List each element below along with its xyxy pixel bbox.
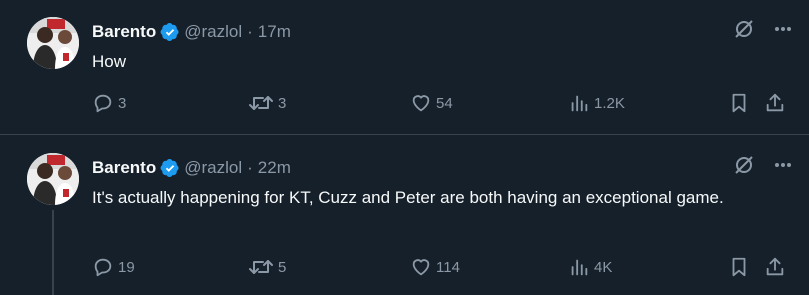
retweet-count: 5 [278,258,287,276]
verified-badge-icon [160,158,180,178]
timestamp[interactable]: 17m [258,22,291,42]
tweet-top-actions [733,154,793,176]
more-icon[interactable] [773,155,793,175]
retweet-button[interactable]: 3 [248,92,286,114]
bookmark-icon [728,92,754,114]
views-count: 4K [594,258,613,276]
tweet-text: How [92,52,127,71]
reply-icon [92,92,118,114]
separator-dot: · [247,158,253,177]
verified-badge-icon [160,22,180,42]
like-count: 54 [436,94,453,112]
tweet-top-actions [733,18,793,40]
timestamp[interactable]: 22m [258,158,291,178]
reply-button[interactable]: 3 [92,92,126,114]
views-icon [568,256,594,278]
reply-count: 19 [118,258,135,276]
like-button[interactable]: 114 [410,256,460,278]
views-button[interactable]: 4K [568,256,612,278]
retweet-icon [248,256,278,278]
views-button[interactable]: 1.2K [568,92,625,114]
share-button[interactable] [764,256,790,278]
retweet-button[interactable]: 5 [248,256,286,278]
reply-count: 3 [118,94,127,112]
grok-icon[interactable] [733,18,755,40]
like-count: 114 [436,258,460,276]
reply-button[interactable]: 19 [92,256,135,278]
reply-icon [92,256,118,278]
separator-dot: · [247,22,253,41]
tweet-actions: 19 5 114 4K [90,256,793,280]
tweet-header: Barento @razlol · 17m [92,20,291,44]
retweet-count: 3 [278,94,287,112]
author-name[interactable]: Barento [92,22,156,42]
author-handle[interactable]: @razlol [184,158,242,178]
author-name[interactable]: Barento [92,158,156,178]
like-icon [410,256,436,278]
more-icon[interactable] [773,19,793,39]
grok-icon[interactable] [733,154,755,176]
avatar[interactable] [27,17,79,69]
tweet-text: It's actually happening for KT, Cuzz and… [92,188,724,207]
like-button[interactable]: 54 [410,92,453,114]
tweet-actions: 3 3 54 1.2K [90,92,793,116]
thread-line [52,210,54,295]
share-icon [764,92,790,114]
bookmark-button[interactable] [728,256,754,278]
bookmark-button[interactable] [728,92,754,114]
retweet-icon [248,92,278,114]
timeline-feed: Barento @razlol · 17m How 3 3 54 1.2K Ba… [0,0,809,295]
author-handle[interactable]: @razlol [184,22,242,42]
tweet[interactable]: Barento @razlol · 22m It's actually happ… [0,136,809,295]
views-count: 1.2K [594,94,625,112]
like-icon [410,92,436,114]
tweet[interactable]: Barento @razlol · 17m How 3 3 54 1.2K [0,0,809,135]
bookmark-icon [728,256,754,278]
avatar[interactable] [27,153,79,205]
tweet-header: Barento @razlol · 22m [92,156,291,180]
share-button[interactable] [764,92,790,114]
views-icon [568,92,594,114]
share-icon [764,256,790,278]
